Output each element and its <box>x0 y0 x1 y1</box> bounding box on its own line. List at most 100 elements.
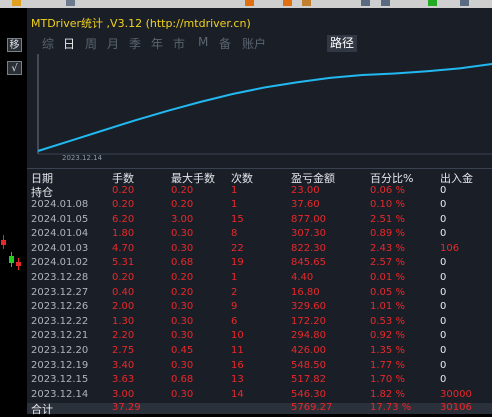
toolbar-icon[interactable] <box>302 0 311 6</box>
cell-count: 11 <box>231 345 244 356</box>
total-label: 合计 <box>31 403 53 416</box>
cell-date: 2023.12.27 <box>31 286 89 298</box>
cell-date: 2023.12.22 <box>31 315 89 327</box>
table-row[interactable]: 2024.01.03 4.70 0.30 22 822.30 2.43 % 106 <box>27 242 492 256</box>
top-toolbar <box>0 0 492 8</box>
table-row[interactable]: 2023.12.21 2.20 0.30 10 294.80 0.92 % 0 <box>27 329 492 343</box>
tab-m[interactable]: M <box>198 35 208 49</box>
cell-max-lots: 0.30 <box>171 228 194 240</box>
cell-max-lots: 3.00 <box>171 213 194 225</box>
table-row[interactable]: 2024.01.02 5.31 0.68 19 845.65 2.57 % 0 <box>27 256 492 270</box>
cell-flow: 0 <box>440 272 447 283</box>
holding-row[interactable]: 持仓 0.20 0.20 1 23.00 0.06 % 0 <box>27 184 492 199</box>
cell-pl: 845.65 <box>291 257 326 269</box>
table-row[interactable]: 2024.01.08 0.20 0.20 1 37.60 0.10 % 0 <box>27 198 492 212</box>
cell-max-lots: 0.45 <box>171 345 194 356</box>
cell-max-lots: 0.68 <box>171 374 194 386</box>
cell-date: 2024.01.02 <box>31 257 89 269</box>
cell-flow: 0 <box>440 301 447 313</box>
cell-flow: 0 <box>440 213 447 225</box>
tab-notes[interactable]: 备 <box>219 35 231 52</box>
table-row[interactable]: 2023.12.22 1.30 0.30 6 172.20 0.53 % 0 <box>27 315 492 329</box>
tab-summary[interactable]: 综 <box>42 35 54 52</box>
cell-count: 8 <box>231 228 238 240</box>
cell-date: 2023.12.21 <box>31 330 89 342</box>
table-row[interactable]: 2023.12.26 2.00 0.30 9 329.60 1.01 % 0 <box>27 300 492 314</box>
cell-date: 2023.12.20 <box>31 345 89 356</box>
cell-lots: 5.31 <box>112 257 135 269</box>
toolbar-icon[interactable] <box>361 0 370 6</box>
cell-flow: 0 <box>440 199 447 210</box>
table-row[interactable]: 2024.01.05 6.20 3.00 15 877.00 2.51 % 0 <box>27 213 492 227</box>
cell-pct: 1.01 % <box>370 301 405 313</box>
cell-pl: 546.30 <box>291 388 326 400</box>
cell-date: 2023.12.19 <box>31 359 89 371</box>
cell-lots: 2.00 <box>112 301 135 313</box>
cell-flow: 0 <box>440 345 447 356</box>
cell-lots: 3.40 <box>112 359 135 371</box>
tab-week[interactable]: 周 <box>85 35 97 52</box>
cell-pct: 0.89 % <box>370 228 405 240</box>
cell-pct: 2.51 % <box>370 213 405 225</box>
tab-account[interactable]: 账户 <box>242 35 266 52</box>
toolbar-icon[interactable] <box>283 0 292 6</box>
candle-body <box>16 262 21 266</box>
table-row[interactable]: 2023.12.27 0.40 0.20 2 16.80 0.05 % 0 <box>27 286 492 300</box>
cell-flow: 0 <box>440 228 447 240</box>
table-row[interactable]: 2023.12.15 3.63 0.68 13 517.82 1.70 % 0 <box>27 373 492 387</box>
tab-day[interactable]: 日 <box>63 35 75 52</box>
cell-count: 10 <box>231 330 244 342</box>
cell-pl: 426.00 <box>291 345 326 356</box>
tab-path[interactable]: 路径 <box>327 35 357 52</box>
total-pct: 17.73 % <box>370 402 412 413</box>
total-flow: 30106 <box>440 402 472 413</box>
period-tabs: 综 日 周 月 季 年 市 M 备 账户 <box>27 35 492 53</box>
add-icon[interactable] <box>428 0 437 6</box>
candle-body <box>1 240 6 245</box>
toolbar-icon[interactable] <box>381 0 390 6</box>
cell-count: 22 <box>231 242 244 254</box>
cell-count: 19 <box>231 257 244 269</box>
cell-count: 15 <box>231 213 244 225</box>
toolbar-icon[interactable] <box>460 0 469 6</box>
divider <box>27 168 492 169</box>
panel-titlebar: MTDriver统计 ,V3.12 (http://mtdriver.cn) <box>27 11 492 31</box>
cell-date: 2024.01.04 <box>31 228 89 240</box>
cell-flow: 0 <box>440 286 447 298</box>
table-row[interactable]: 2023.12.14 3.00 0.30 14 546.30 1.82 % 30000 <box>27 388 492 402</box>
check-button[interactable]: √ <box>7 61 22 75</box>
cell-pl: 16.80 <box>291 286 320 298</box>
cell-max-lots: 0.20 <box>171 286 194 298</box>
cell-pct: 2.57 % <box>370 257 405 269</box>
cell-pct: 1.77 % <box>370 359 405 371</box>
tab-month[interactable]: 月 <box>107 35 119 52</box>
cell-count: 13 <box>231 374 244 386</box>
table-row[interactable]: 2023.12.20 2.75 0.45 11 426.00 1.35 % 0 <box>27 344 492 358</box>
cell-pct: 0.53 % <box>370 315 405 327</box>
cell-max-lots: 0.30 <box>171 330 194 342</box>
table-row[interactable]: 2024.01.04 1.80 0.30 8 307.30 0.89 % 0 <box>27 227 492 241</box>
cell-count: 9 <box>231 301 238 313</box>
cell-max-lots: 0.20 <box>171 272 194 283</box>
equity-curve-chart <box>37 54 492 155</box>
cell-pl: 307.30 <box>291 228 326 240</box>
cell-lots: 6.20 <box>112 213 135 225</box>
toolbar-icon[interactable] <box>12 0 21 6</box>
cell-pl: 548.50 <box>291 359 326 371</box>
cell-lots: 3.00 <box>112 388 135 400</box>
cell-date: 2023.12.28 <box>31 272 89 283</box>
move-button[interactable]: 移 <box>7 38 22 52</box>
toolbar-icon[interactable] <box>66 0 75 6</box>
tab-market[interactable]: 市 <box>173 35 185 52</box>
tab-quarter[interactable]: 季 <box>129 35 141 52</box>
chart-start-date: 2023.12.14 <box>62 154 103 162</box>
stats-panel: MTDriver统计 ,V3.12 (http://mtdriver.cn) 综… <box>27 8 492 416</box>
cell-pl: 172.20 <box>291 315 326 327</box>
tab-year[interactable]: 年 <box>151 35 163 52</box>
cell-pct: 0.05 % <box>370 286 405 298</box>
toolbar-icon[interactable] <box>245 0 254 6</box>
table-row[interactable]: 2023.12.28 0.20 0.20 1 4.40 0.01 % 0 <box>27 271 492 285</box>
cell-max-lots: 0.30 <box>171 359 194 371</box>
cell-pl: 23.00 <box>291 185 320 196</box>
table-row[interactable]: 2023.12.19 3.40 0.30 16 548.50 1.77 % 0 <box>27 359 492 373</box>
